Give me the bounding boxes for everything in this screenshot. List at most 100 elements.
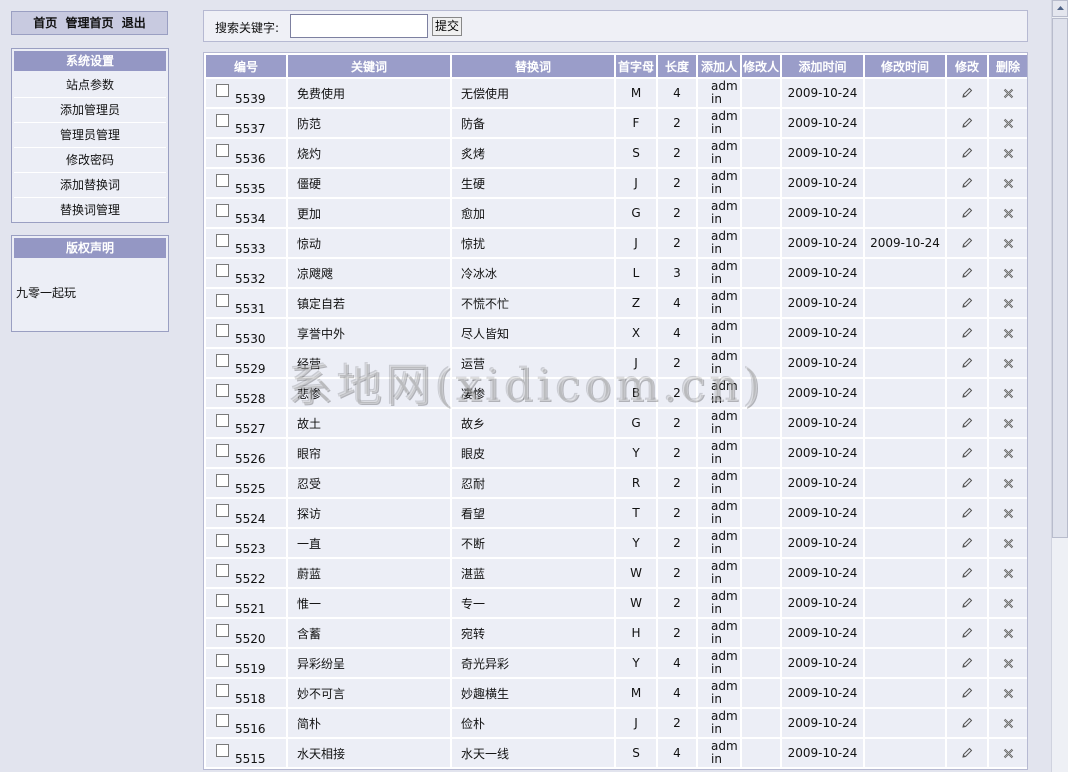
- row-checkbox[interactable]: [216, 324, 229, 337]
- cell-initial: Y: [616, 529, 656, 557]
- edit-button[interactable]: [947, 379, 987, 407]
- cell-modified-time: [865, 199, 945, 227]
- edit-button[interactable]: [947, 439, 987, 467]
- row-checkbox[interactable]: [216, 384, 229, 397]
- row-checkbox[interactable]: [216, 144, 229, 157]
- col-header-replacement: 替换词: [452, 55, 614, 77]
- row-checkbox[interactable]: [216, 264, 229, 277]
- table-row: 5524 探访 看望 T 2 admin 2009-10-24: [206, 499, 1027, 527]
- edit-button[interactable]: [947, 259, 987, 287]
- vertical-scrollbar[interactable]: [1051, 0, 1068, 772]
- delete-button[interactable]: [989, 169, 1027, 197]
- menu-change-password[interactable]: 修改密码: [14, 148, 166, 173]
- edit-button[interactable]: [947, 739, 987, 767]
- delete-button[interactable]: [989, 679, 1027, 707]
- menu-add-admin[interactable]: 添加管理员: [14, 98, 166, 123]
- row-checkbox[interactable]: [216, 534, 229, 547]
- edit-button[interactable]: [947, 409, 987, 437]
- nav-logout-link[interactable]: 退出: [122, 16, 146, 30]
- delete-button[interactable]: [989, 559, 1027, 587]
- edit-button[interactable]: [947, 229, 987, 257]
- delete-button[interactable]: [989, 109, 1027, 137]
- delete-button[interactable]: [989, 739, 1027, 767]
- row-checkbox[interactable]: [216, 504, 229, 517]
- edit-button[interactable]: [947, 499, 987, 527]
- row-checkbox[interactable]: [216, 414, 229, 427]
- delete-button[interactable]: [989, 589, 1027, 617]
- edit-button[interactable]: [947, 349, 987, 377]
- edit-button[interactable]: [947, 199, 987, 227]
- cell-modifier: [742, 409, 780, 437]
- row-checkbox[interactable]: [216, 114, 229, 127]
- row-checkbox[interactable]: [216, 654, 229, 667]
- edit-button[interactable]: [947, 709, 987, 737]
- edit-button[interactable]: [947, 169, 987, 197]
- cell-keyword: 悲惨: [288, 379, 450, 407]
- submit-button[interactable]: 提交: [432, 17, 462, 36]
- delete-button[interactable]: [989, 469, 1027, 497]
- delete-button[interactable]: [989, 439, 1027, 467]
- edit-button[interactable]: [947, 589, 987, 617]
- row-checkbox[interactable]: [216, 564, 229, 577]
- scrollbar-thumb[interactable]: [1052, 18, 1068, 538]
- scroll-up-button[interactable]: [1052, 0, 1068, 17]
- nav-home-link[interactable]: 首页: [33, 16, 57, 30]
- edit-button[interactable]: [947, 649, 987, 677]
- row-checkbox[interactable]: [216, 444, 229, 457]
- search-input[interactable]: [290, 14, 428, 38]
- row-checkbox[interactable]: [216, 474, 229, 487]
- delete-button[interactable]: [989, 79, 1027, 107]
- edit-button[interactable]: [947, 469, 987, 497]
- col-header-added-time: 添加时间: [782, 55, 863, 77]
- edit-button[interactable]: [947, 529, 987, 557]
- delete-button[interactable]: [989, 619, 1027, 647]
- row-checkbox[interactable]: [216, 174, 229, 187]
- edit-button[interactable]: [947, 559, 987, 587]
- cell-modifier: [742, 589, 780, 617]
- col-header-length: 长度: [658, 55, 696, 77]
- delete-button[interactable]: [989, 199, 1027, 227]
- menu-admin-manage[interactable]: 管理员管理: [14, 123, 166, 148]
- row-checkbox[interactable]: [216, 84, 229, 97]
- delete-button[interactable]: [989, 499, 1027, 527]
- cell-added-time: 2009-10-24: [782, 109, 863, 137]
- delete-button[interactable]: [989, 259, 1027, 287]
- edit-button[interactable]: [947, 79, 987, 107]
- delete-button[interactable]: [989, 349, 1027, 377]
- delete-button[interactable]: [989, 289, 1027, 317]
- edit-button[interactable]: [947, 619, 987, 647]
- edit-button[interactable]: [947, 139, 987, 167]
- edit-button[interactable]: [947, 319, 987, 347]
- row-checkbox[interactable]: [216, 744, 229, 757]
- edit-button[interactable]: [947, 289, 987, 317]
- copyright-panel: 版权声明 九零一起玩: [11, 235, 169, 332]
- row-checkbox[interactable]: [216, 624, 229, 637]
- row-checkbox[interactable]: [216, 204, 229, 217]
- edit-button[interactable]: [947, 109, 987, 137]
- menu-site-params[interactable]: 站点参数: [14, 73, 166, 98]
- row-checkbox[interactable]: [216, 594, 229, 607]
- edit-button[interactable]: [947, 679, 987, 707]
- x-icon: [1003, 148, 1013, 158]
- pencil-icon: [962, 387, 973, 398]
- delete-button[interactable]: [989, 409, 1027, 437]
- row-checkbox[interactable]: [216, 684, 229, 697]
- delete-button[interactable]: [989, 649, 1027, 677]
- menu-replace-word-manage[interactable]: 替换词管理: [14, 198, 166, 222]
- row-checkbox[interactable]: [216, 354, 229, 367]
- cell-length: 2: [658, 349, 696, 377]
- cell-id: 5520: [206, 619, 286, 647]
- row-checkbox[interactable]: [216, 714, 229, 727]
- delete-button[interactable]: [989, 379, 1027, 407]
- menu-add-replace-word[interactable]: 添加替换词: [14, 173, 166, 198]
- delete-button[interactable]: [989, 139, 1027, 167]
- delete-button[interactable]: [989, 229, 1027, 257]
- delete-button[interactable]: [989, 529, 1027, 557]
- cell-length: 2: [658, 109, 696, 137]
- delete-button[interactable]: [989, 709, 1027, 737]
- row-checkbox[interactable]: [216, 294, 229, 307]
- nav-admin-home-link[interactable]: 管理首页: [65, 16, 113, 30]
- row-checkbox[interactable]: [216, 234, 229, 247]
- pencil-icon: [962, 567, 973, 578]
- delete-button[interactable]: [989, 319, 1027, 347]
